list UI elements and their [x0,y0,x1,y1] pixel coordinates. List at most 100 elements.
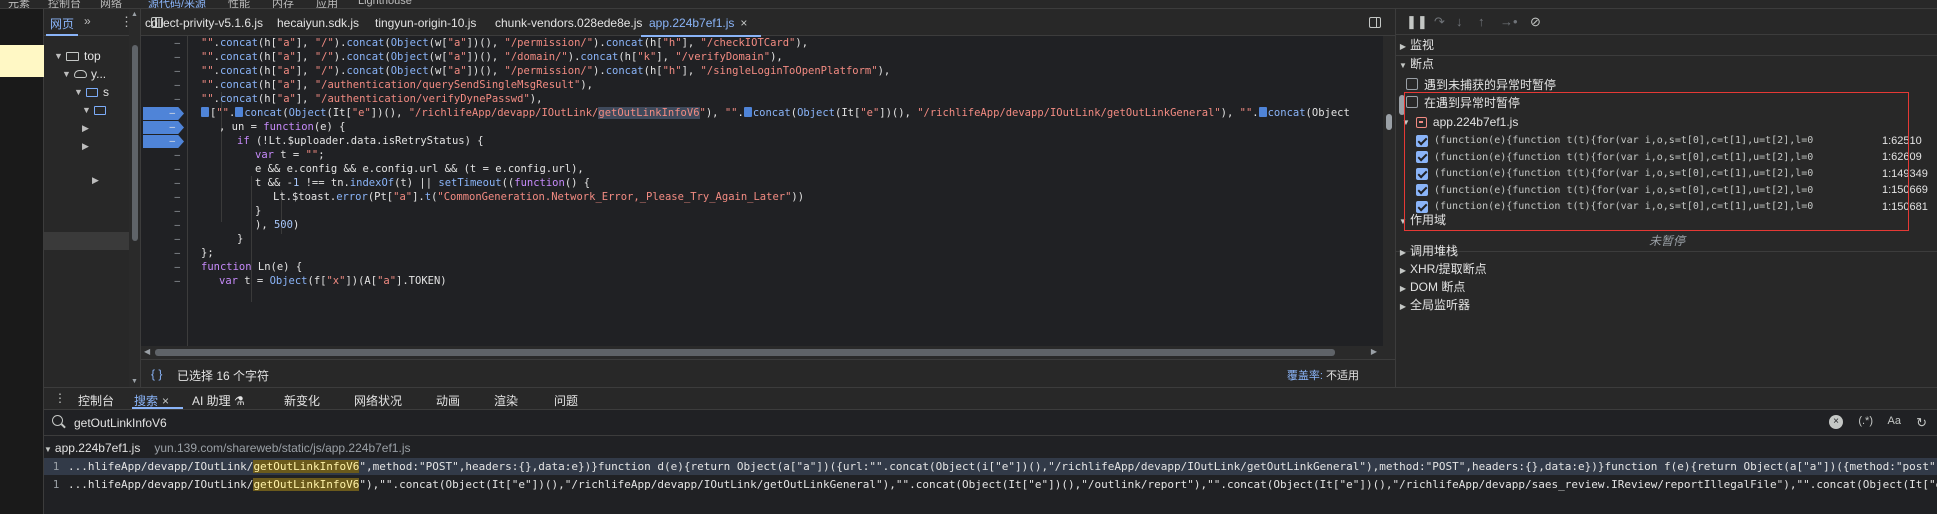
drawer-menu-icon[interactable]: ⋮ [54,391,66,405]
close-tab-icon[interactable]: × [740,16,747,30]
match-case-toggle[interactable]: Aa [1888,415,1901,427]
tree-item[interactable]: ▶ [92,171,104,189]
scroll-right-icon[interactable]: ▶ [1371,347,1377,356]
breakpoint-item[interactable]: (function(e){function t(t){for(var i,o,s… [1416,149,1936,166]
code-line[interactable]: e && e.config && e.config.url && (t = e.… [255,162,584,176]
code-line[interactable]: }; [201,246,214,260]
editor-tab[interactable]: collect-privity-v5.1.6.js [145,16,263,30]
section-dom[interactable]: ▶ DOM 断点 [1396,278,1937,297]
code-line[interactable]: ), 500) [255,218,299,232]
breakpoint-marker[interactable]: – [143,135,184,148]
code-line[interactable]: if (!Lt.$uploader.data.isRetryStatus) { [237,134,484,148]
code-line[interactable]: , un = function(e) { [219,120,345,134]
pause-caught-checkbox[interactable] [1406,96,1418,108]
scrollbar-thumb[interactable] [132,45,138,241]
top-tab[interactable]: 元素 [8,0,30,8]
scroll-up-icon[interactable]: ▲ [131,11,138,18]
section-scope[interactable]: ▼ 作用域 [1396,211,1937,230]
line-number[interactable]: – [141,191,188,205]
breakpoint-checkbox[interactable] [1416,134,1428,147]
top-tab[interactable]: 性能 [228,0,250,8]
code-line[interactable]: "".concat(h["a"], "/authentication/query… [201,78,593,92]
breakpoint-item[interactable]: (function(e){function t(t){for(var i,o,s… [1416,165,1936,182]
toggle-debugger-icon[interactable] [1369,17,1381,28]
pretty-print-icon[interactable]: { } [151,367,162,381]
code-content[interactable]: "".concat(h["a"], "/").concat(Object(w["… [191,36,1391,346]
top-tab[interactable]: 源代码/来源 [148,0,206,8]
pause-icon[interactable]: ❚❚ [1406,14,1428,30]
code-line[interactable]: "".concat(h["a"], "/").concat(Object(w["… [201,64,890,78]
breakpoint-marker[interactable]: – [143,121,184,134]
step-out-icon[interactable]: ↑ [1478,14,1485,29]
code-line[interactable]: function Ln(e) { [201,260,302,274]
drawer-tab[interactable]: 问题 [554,392,578,409]
line-number[interactable]: – [141,163,188,177]
tree-item[interactable]: ▼ y... [62,65,106,83]
search-result-line[interactable]: 1 ...hlifeApp/devapp/IOutLink/getOutLinkI… [44,476,1937,493]
code-line[interactable]: var t = ""; [255,148,325,162]
tree-item[interactable]: ▼ s [74,83,109,101]
drawer-tab[interactable]: 渲染 [494,392,518,409]
tree-item[interactable]: ▼ [82,101,111,119]
navigator-scrollbar[interactable]: ▲ ▼ [129,9,140,387]
drawer-tab[interactable]: AI 助理 ⚗ [192,392,245,409]
step-icon[interactable]: →• [1500,14,1518,29]
pause-uncaught-checkbox[interactable] [1406,78,1418,90]
step-into-icon[interactable]: ↓ [1456,14,1463,29]
line-number[interactable]: – [141,177,188,191]
section-breakpoints[interactable]: ▼ 断点 [1396,55,1937,74]
line-number[interactable]: – [141,79,188,93]
breakpoint-checkbox[interactable] [1416,151,1428,163]
scrollbar-thumb[interactable] [1399,95,1405,115]
editor-tab[interactable]: app.224b7ef1.js × [640,16,762,37]
step-over-icon[interactable]: ↷ [1434,14,1445,30]
drawer-tab[interactable]: 新变化 [284,392,320,409]
top-tab[interactable]: Lighthouse [358,0,412,7]
tree-item[interactable]: ▼ top [54,47,101,65]
drawer-tab[interactable]: 动画 [436,392,460,409]
section-global[interactable]: ▶ 全局监听器 [1396,296,1937,315]
section-xhr[interactable]: ▶ XHR/提取断点 [1396,260,1937,279]
code-line[interactable]: "".concat(h["a"], "/").concat(Object(w["… [201,36,808,50]
editor-horizontal-scrollbar[interactable]: ◀ ▶ [141,346,1395,359]
scroll-left-icon[interactable]: ◀ [144,347,150,356]
selected-tree-row[interactable] [44,232,129,250]
editor-tab[interactable]: chunk-vendors.028ede8e.js [495,16,642,30]
code-line[interactable]: t && -1 !== tn.indexOf(t) || setTimeout(… [255,176,590,190]
line-number[interactable]: – [141,93,188,107]
more-tabs-icon[interactable]: » [84,14,91,28]
tab-page[interactable]: 网页 [45,15,79,36]
code-line[interactable]: ["". concat(Object(It["e"])(), "/richlife… [201,106,1350,120]
scrollbar-thumb[interactable] [1386,114,1392,130]
refresh-icon[interactable]: ↻ [1916,415,1927,431]
drawer-tab[interactable]: 搜索 × [131,392,184,409]
top-tab[interactable]: 网络 [100,0,122,8]
search-result-line[interactable]: 1 ...hlifeApp/devapp/IOutLink/getOutLinkI… [44,458,1937,475]
scroll-down-icon[interactable]: ▼ [131,378,138,385]
code-line[interactable]: } [255,204,261,218]
line-number[interactable]: – [141,51,188,65]
search-result-file[interactable]: ▼ app.224b7ef1.js yun.139.com/shareweb/sta… [44,441,410,457]
drawer-tab[interactable]: 网络状况 [354,392,402,409]
breakpoint-checkbox[interactable] [1416,167,1428,180]
line-gutter[interactable]: – – – – – – – – – – – – – – – – – – [141,36,188,346]
scrollbar-thumb[interactable] [155,349,1335,356]
line-number[interactable]: – [141,149,188,163]
line-number[interactable]: – [141,65,188,79]
clear-search-icon[interactable]: × [1829,415,1843,429]
code-line[interactable]: var t = Object(f["x"])(A["a"].TOKEN) [219,274,447,288]
line-number[interactable]: – [141,37,188,51]
breakpoint-file-row[interactable]: ▼ app.224b7ef1.js [1402,113,1518,131]
drawer-tab[interactable]: 控制台 [78,392,114,409]
pause-caught-checkbox-row[interactable]: 在遇到异常时暂停 [1406,93,1520,111]
breakpoint-item[interactable]: (function(e){function t(t){for(var i,o,s… [1416,132,1936,149]
regex-toggle[interactable]: (.*) [1858,415,1873,427]
code-line[interactable]: "".concat(h["a"], "/authentication/verif… [201,92,542,106]
line-number[interactable]: – [141,261,188,275]
top-tab[interactable]: 应用 [316,0,338,8]
code-line[interactable]: Lt.$toast.error(Pt["a"].t("CommonGenerat… [273,190,804,204]
section-call-stack[interactable]: ▶ 调用堆栈 [1396,242,1937,261]
line-number[interactable]: – [141,205,188,219]
top-tab[interactable]: 控制台 [48,0,81,8]
breakpoint-checkbox[interactable] [1416,184,1428,196]
